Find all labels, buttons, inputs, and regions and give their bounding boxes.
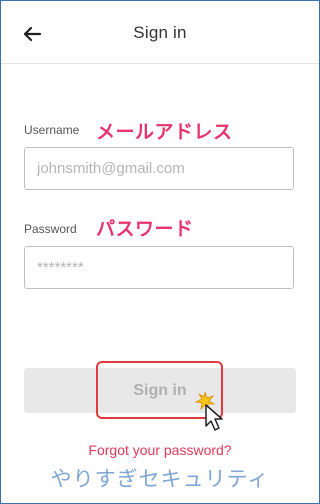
top-bar: Sign in bbox=[1, 1, 319, 64]
password-label: Password bbox=[24, 222, 77, 236]
password-annotation: パスワード bbox=[96, 218, 194, 240]
watermark: やりすぎセキュリティ bbox=[50, 467, 270, 491]
sign-in-button[interactable]: Sign in bbox=[24, 368, 296, 413]
password-input[interactable] bbox=[24, 246, 294, 289]
username-input[interactable] bbox=[24, 147, 294, 190]
username-annotation: メールアドレス bbox=[96, 121, 233, 143]
page-title: Sign in bbox=[133, 23, 187, 42]
username-label: Username bbox=[24, 123, 80, 137]
forgot-password-link[interactable]: Forgot your password? bbox=[0, 442, 320, 458]
